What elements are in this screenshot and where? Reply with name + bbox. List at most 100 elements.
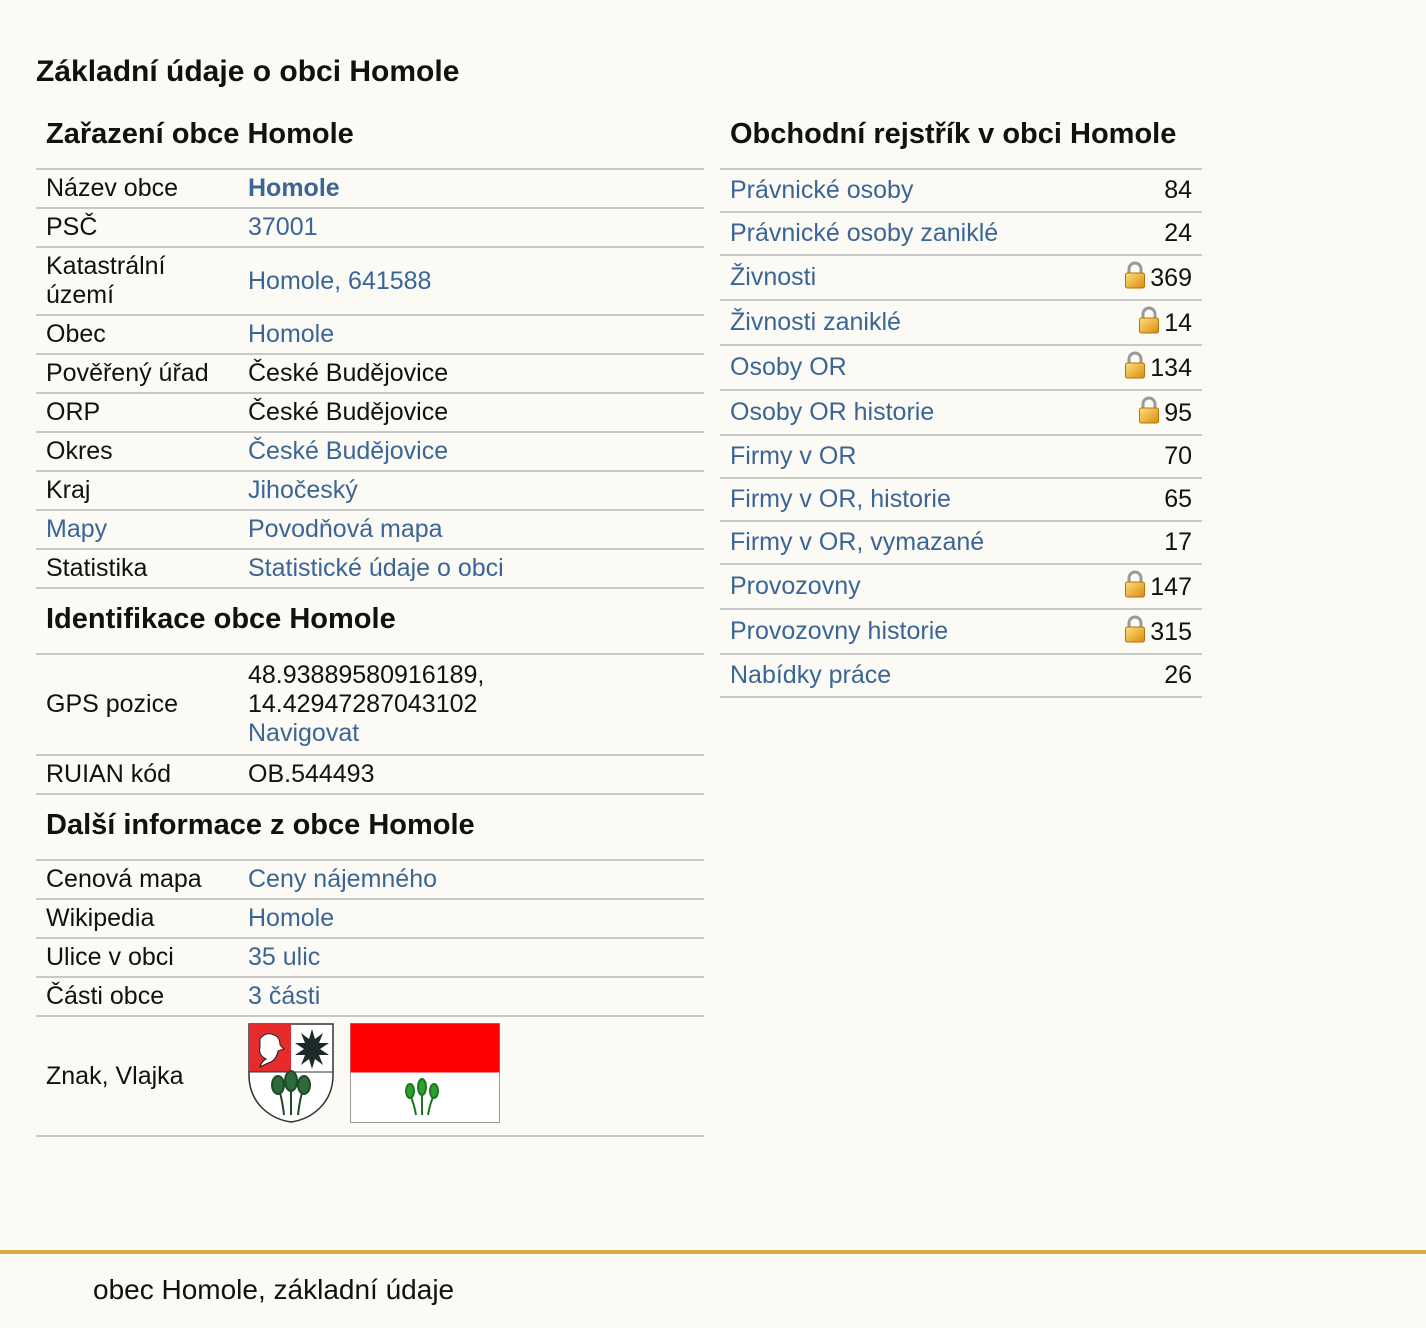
count: 315 xyxy=(1150,618,1192,646)
obec-link[interactable]: Homole xyxy=(248,320,334,348)
casti-link[interactable]: 3 části xyxy=(248,982,320,1010)
count: 24 xyxy=(1089,212,1202,256)
table-row: Osoby OR historie 95 xyxy=(720,390,1202,436)
table-row: Název obce Homole xyxy=(36,170,704,209)
count: 147 xyxy=(1150,573,1192,601)
okres-link[interactable]: České Budějovice xyxy=(248,437,448,465)
provozovny-link[interactable]: Provozovny xyxy=(730,572,861,600)
row-label: Znak, Vlajka xyxy=(36,1016,238,1137)
row-label: Wikipedia xyxy=(36,899,238,939)
katastr-link[interactable]: Homole, 641588 xyxy=(248,267,431,295)
firmy-v-or-vymazane-link[interactable]: Firmy v OR, vymazané xyxy=(730,528,984,556)
zarazeni-heading: Zařazení obce Homole xyxy=(36,112,704,170)
row-label: GPS pozice xyxy=(36,655,238,756)
zivnosti-zanikle-link[interactable]: Živnosti zaniklé xyxy=(730,308,901,336)
table-row: Právnické osoby 84 xyxy=(720,170,1202,213)
row-label: Obec xyxy=(36,315,238,355)
ulice-link[interactable]: 35 ulic xyxy=(248,943,320,971)
footer-text: obec Homole, základní údaje xyxy=(93,1274,455,1305)
obec-name-link[interactable]: Homole xyxy=(248,174,340,202)
nabidky-prace-link[interactable]: Nabídky práce xyxy=(730,661,891,689)
wikipedia-link[interactable]: Homole xyxy=(248,904,334,932)
table-row: ORP České Budějovice xyxy=(36,393,704,433)
table-row: Wikipedia Homole xyxy=(36,899,704,939)
row-value: České Budějovice xyxy=(238,354,704,394)
table-row: GPS pozice 48.93889580916189, 14.4294728… xyxy=(36,655,704,756)
table-row: Živnosti zaniklé 14 xyxy=(720,300,1202,346)
identifikace-table: GPS pozice 48.93889580916189, 14.4294728… xyxy=(36,655,704,795)
table-row: Katastrální území Homole, 641588 xyxy=(36,247,704,316)
lock-icon xyxy=(1138,396,1160,424)
lock-icon xyxy=(1124,570,1146,598)
table-row: Právnické osoby zaniklé 24 xyxy=(720,212,1202,256)
identifikace-heading: Identifikace obce Homole xyxy=(36,589,704,655)
row-label: Kraj xyxy=(36,471,238,511)
table-row: Cenová mapa Ceny nájemného xyxy=(36,861,704,900)
table-row: Mapy Povodňová mapa xyxy=(36,510,704,550)
row-label: Katastrální území xyxy=(36,247,238,316)
table-row: Kraj Jihočeský xyxy=(36,471,704,511)
navigate-link[interactable]: Navigovat xyxy=(248,719,359,747)
row-label: ORP xyxy=(36,393,238,433)
row-label: Pověřený úřad xyxy=(36,354,238,394)
coat-of-arms-icon xyxy=(248,1023,334,1123)
row-label: Název obce xyxy=(36,170,238,209)
lock-icon xyxy=(1138,306,1160,334)
row-value: České Budějovice xyxy=(238,393,704,433)
kraj-link[interactable]: Jihočeský xyxy=(248,476,358,504)
row-label: Cenová mapa xyxy=(36,861,238,900)
table-row: Provozovny 147 xyxy=(720,564,1202,610)
row-label: Statistika xyxy=(36,549,238,589)
count: 84 xyxy=(1089,170,1202,213)
row-label: Ulice v obci xyxy=(36,938,238,978)
zarazeni-table: Název obce Homole PSČ 37001 Katastrální … xyxy=(36,170,704,589)
table-row: Znak, Vlajka xyxy=(36,1016,704,1137)
pravnicke-osoby-link[interactable]: Právnické osoby xyxy=(730,176,913,204)
right-column: Obchodní rejstřík v obci Homole Právnick… xyxy=(720,112,1202,698)
povodnova-mapa-link[interactable]: Povodňová mapa xyxy=(248,515,443,543)
gps-latitude: 48.93889580916189, xyxy=(248,661,485,689)
table-row: Firmy v OR, vymazané 17 xyxy=(720,521,1202,565)
rejstrik-table: Právnické osoby 84 Právnické osoby zanik… xyxy=(720,170,1202,698)
footer: obec Homole, základní údaje xyxy=(0,1250,1426,1328)
table-row: Firmy v OR 70 xyxy=(720,435,1202,479)
pravnicke-osoby-zanikle-link[interactable]: Právnické osoby zaniklé xyxy=(730,219,998,247)
table-row: Statistika Statistické údaje o obci xyxy=(36,549,704,589)
table-row: Obec Homole xyxy=(36,315,704,355)
flag-icon xyxy=(350,1023,500,1123)
osoby-or-historie-link[interactable]: Osoby OR historie xyxy=(730,398,934,426)
firmy-v-or-link[interactable]: Firmy v OR xyxy=(730,442,856,470)
dalsi-heading: Další informace z obce Homole xyxy=(36,795,704,861)
psc-link[interactable]: 37001 xyxy=(248,213,318,241)
row-label: RUIAN kód xyxy=(36,755,238,795)
row-label: Okres xyxy=(36,432,238,472)
rejstrik-heading: Obchodní rejstřík v obci Homole xyxy=(720,112,1202,170)
gps-longitude: 14.42947287043102 xyxy=(248,690,478,718)
table-row: Ulice v obci 35 ulic xyxy=(36,938,704,978)
firmy-v-or-historie-link[interactable]: Firmy v OR, historie xyxy=(730,485,951,513)
row-label: Části obce xyxy=(36,977,238,1017)
count: 95 xyxy=(1164,399,1192,427)
table-row: RUIAN kód OB.544493 xyxy=(36,755,704,795)
count: 65 xyxy=(1089,478,1202,522)
table-row: PSČ 37001 xyxy=(36,208,704,248)
lock-icon xyxy=(1124,351,1146,379)
table-row: Části obce 3 části xyxy=(36,977,704,1017)
provozovny-historie-link[interactable]: Provozovny historie xyxy=(730,617,948,645)
table-row: Živnosti 369 xyxy=(720,255,1202,301)
dalsi-table: Cenová mapa Ceny nájemného Wikipedia Hom… xyxy=(36,861,704,1137)
count: 369 xyxy=(1150,264,1192,292)
zivnosti-link[interactable]: Živnosti xyxy=(730,263,816,291)
table-row: Provozovny historie 315 xyxy=(720,609,1202,655)
count: 70 xyxy=(1089,435,1202,479)
count: 26 xyxy=(1089,654,1202,698)
mapy-link[interactable]: Mapy xyxy=(46,515,107,543)
osoby-or-link[interactable]: Osoby OR xyxy=(730,353,847,381)
lock-icon xyxy=(1124,615,1146,643)
statistika-link[interactable]: Statistické údaje o obci xyxy=(248,554,504,582)
left-column: Zařazení obce Homole Název obce Homole P… xyxy=(36,112,704,1137)
lock-icon xyxy=(1124,261,1146,289)
ruian-value: OB.544493 xyxy=(238,755,704,795)
ceny-link[interactable]: Ceny nájemného xyxy=(248,865,437,893)
count: 134 xyxy=(1150,354,1192,382)
